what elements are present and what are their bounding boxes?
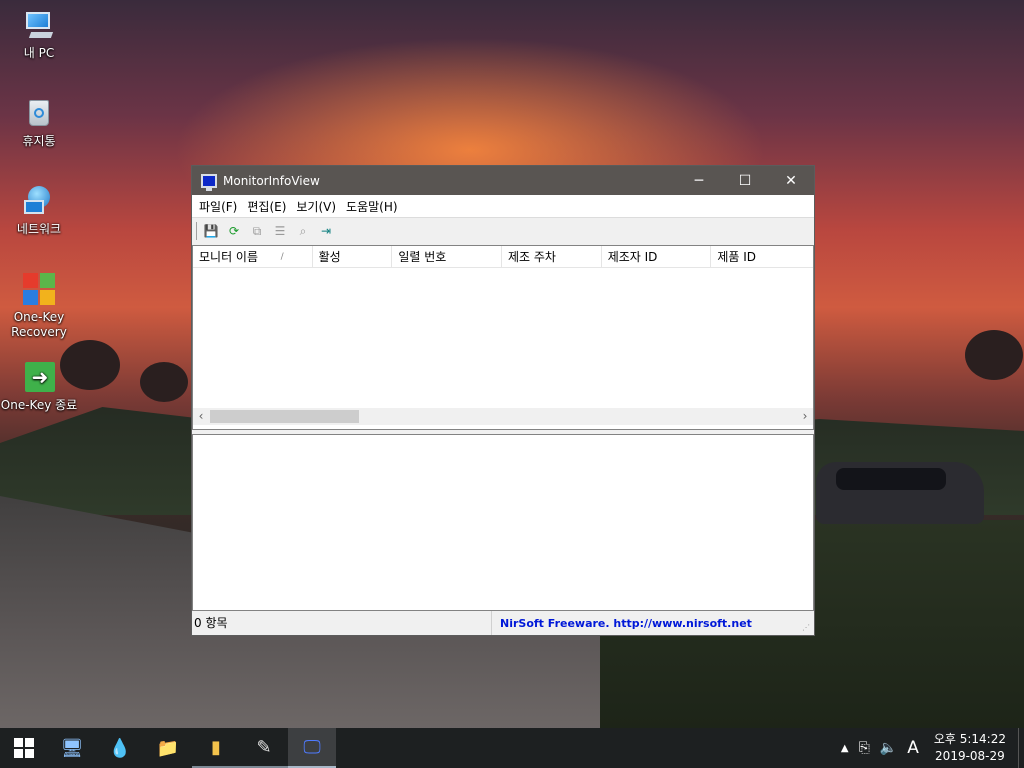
exit-door-icon: ⇥ (320, 224, 332, 238)
background-tree (965, 330, 1023, 380)
network-icon (22, 184, 56, 218)
column-label: 일렬 번호 (398, 250, 447, 264)
taskbar-app-files[interactable]: ▮ (192, 728, 240, 768)
monitor-icon (201, 173, 217, 191)
computer-icon (22, 8, 56, 42)
horizontal-scrollbar[interactable]: ‹ › (193, 408, 813, 425)
taskbar-app-drop[interactable]: 💧 (96, 728, 144, 768)
close-button[interactable]: ✕ (768, 166, 814, 195)
column-header-manufacture-week[interactable]: 제조 주차 (502, 246, 602, 268)
column-label: 제품 ID (717, 250, 757, 264)
resize-grip-icon[interactable]: ⋰ (802, 623, 812, 633)
close-icon: ✕ (785, 172, 797, 189)
list-header: 모니터 이름 / 활성 일렬 번호 제조 주차 제조자 ID 제품 ID (193, 246, 813, 268)
display-settings-icon: 🖥 (60, 737, 84, 759)
find-button[interactable]: ⌕ (293, 221, 313, 241)
onekey-recovery-icon (22, 272, 56, 306)
desktop-icon-label: One-Key Recovery (11, 310, 67, 339)
desktop-icon-label: One-Key 종료 (0, 398, 78, 412)
scroll-left-icon[interactable]: ‹ (193, 408, 209, 425)
save-icon: 💾 (203, 224, 219, 238)
save-button[interactable]: 💾 (201, 221, 221, 241)
properties-icon: ☰ (274, 224, 286, 238)
maximize-button[interactable]: ☐ (722, 166, 768, 195)
taskbar-app-explorer[interactable]: 📁 (144, 728, 192, 768)
desktop-icon-label: 내 PC (23, 46, 55, 60)
refresh-icon: ⟳ (228, 224, 240, 238)
desktop-icon-onekey-recovery[interactable]: One-Key Recovery (0, 272, 78, 340)
copy-icon: ⧉ (252, 223, 262, 238)
clock-time: 오후 5:14:22 (933, 732, 1006, 746)
menu-file[interactable]: 파일(F) (194, 198, 242, 215)
monitor-icon: 🖵 (303, 736, 321, 758)
copy-button[interactable]: ⧉ (247, 221, 267, 241)
window-title: MonitorInfoView (223, 173, 320, 188)
clock[interactable]: 오후 5:14:22 2019-08-29 (924, 731, 1018, 765)
column-label: 모니터 이름 (199, 250, 259, 264)
refresh-button[interactable]: ⟳ (224, 221, 244, 241)
menu-edit[interactable]: 편집(E) (242, 198, 291, 215)
input-method-indicator[interactable]: A (902, 738, 924, 758)
system-tray: ▲ ⎘ 🔈 A 오후 5:14:22 2019-08-29 (836, 728, 1024, 768)
water-drop-icon: 💧 (108, 737, 132, 759)
menu-help[interactable]: 도움말(H) (341, 198, 403, 215)
taskbar-app-display-settings[interactable]: 🖥 (48, 728, 96, 768)
title-bar[interactable]: MonitorInfoView ─ ☐ ✕ (192, 166, 814, 195)
column-header-manufacturer-id[interactable]: 제조자 ID (602, 246, 712, 268)
start-button[interactable] (0, 728, 48, 768)
column-label: 제조 주차 (508, 250, 556, 264)
desktop-icon-recycle-bin[interactable]: 휴지통 (0, 96, 78, 149)
menu-bar: 파일(F) 편집(E) 보기(V) 도움말(H) (192, 195, 814, 217)
item-count: 0 항목 (192, 611, 492, 635)
volume-icon[interactable]: 🔈 (875, 740, 902, 756)
menu-view[interactable]: 보기(V) (291, 198, 341, 215)
column-label: 제조자 ID (607, 250, 658, 264)
desktop-icon-label: 네트워크 (16, 222, 62, 236)
column-label: 활성 (318, 250, 341, 264)
clock-date: 2019-08-29 (935, 749, 1005, 763)
maximize-icon: ☐ (738, 172, 752, 189)
minimize-icon: ─ (694, 172, 704, 189)
column-header-monitor-name[interactable]: 모니터 이름 / (193, 246, 313, 268)
desktop-icon-my-pc[interactable]: 내 PC (0, 8, 78, 61)
desktop-icon-label: 휴지통 (22, 134, 56, 148)
desktop-icon-onekey-exit[interactable]: ➜ One-Key 종료 (0, 360, 78, 413)
scroll-right-icon[interactable]: › (797, 408, 813, 425)
column-header-product-id[interactable]: 제품 ID (711, 246, 813, 268)
desktop-icon-network[interactable]: 네트워크 (0, 184, 78, 237)
background-tree (140, 362, 188, 402)
exit-button[interactable]: ⇥ (316, 221, 336, 241)
taskbar-app-editor[interactable]: ✎ (240, 728, 288, 768)
minimize-button[interactable]: ─ (676, 166, 722, 195)
toolbar-separator (196, 222, 197, 240)
background-car-window (836, 468, 946, 490)
network-status-icon[interactable]: ⎘ (854, 740, 875, 756)
show-desktop-button[interactable] (1018, 728, 1024, 768)
monitorinfoview-window: MonitorInfoView ─ ☐ ✕ 파일(F) 편집(E) 보기(V) … (191, 165, 815, 636)
text-editor-icon: ✎ (256, 736, 272, 758)
nirsoft-link[interactable]: NirSoft Freeware. http://www.nirsoft.net (492, 617, 752, 630)
show-hidden-icons-icon[interactable]: ▲ (836, 743, 854, 754)
folder-icon: 📁 (156, 737, 180, 759)
column-header-active[interactable]: 활성 (313, 246, 393, 268)
taskbar: 🖥 💧 📁 ▮ ✎ 🖵 ▲ ⎘ 🔈 A 오후 5:14:22 2019-08-2… (0, 728, 1024, 768)
scrollbar-thumb[interactable] (210, 410, 359, 423)
exit-icon: ➜ (22, 360, 56, 394)
find-icon: ⌕ (299, 223, 307, 238)
recycle-bin-icon (22, 96, 56, 130)
column-header-serial-number[interactable]: 일렬 번호 (392, 246, 502, 268)
taskbar-app-monitorinfoview[interactable]: 🖵 (288, 728, 336, 768)
document-icon: ▮ (211, 736, 221, 758)
monitor-list[interactable]: 모니터 이름 / 활성 일렬 번호 제조 주차 제조자 ID 제품 ID ‹ › (192, 245, 814, 430)
sort-indicator-icon: / (280, 252, 284, 262)
windows-logo-icon (14, 738, 34, 758)
status-bar: 0 항목 NirSoft Freeware. http://www.nirsof… (192, 611, 814, 635)
properties-button[interactable]: ☰ (270, 221, 290, 241)
details-pane[interactable] (192, 434, 814, 611)
toolbar: 💾 ⟳ ⧉ ☰ ⌕ ⇥ (192, 217, 814, 244)
